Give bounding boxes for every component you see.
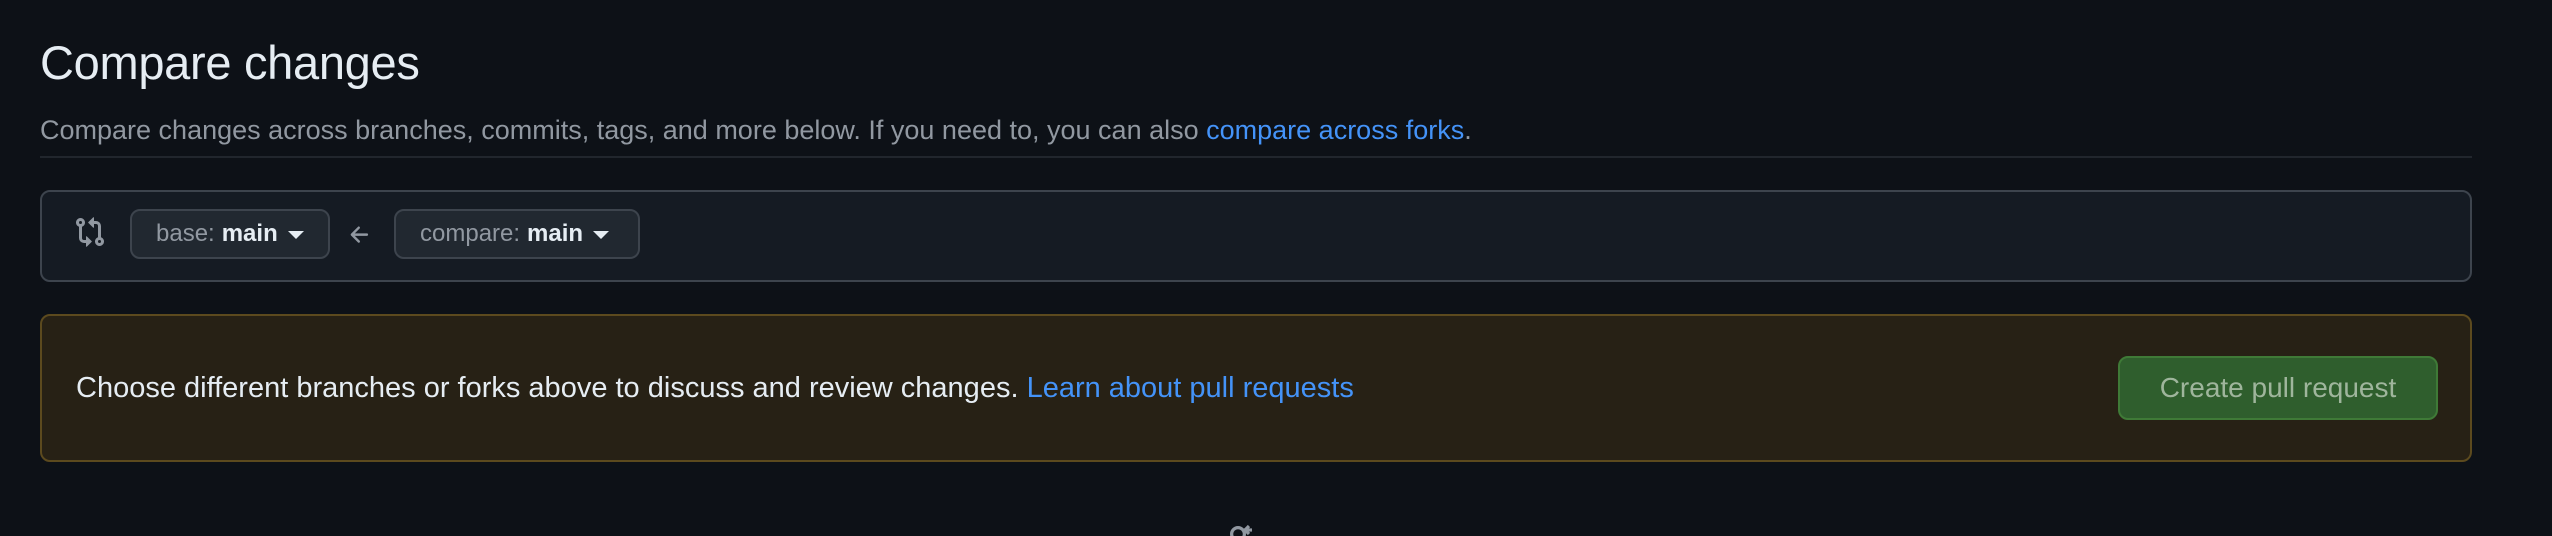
compare-branch-button[interactable]: compare: main (394, 209, 640, 259)
flash-notice: Choose different branches or forks above… (40, 314, 2472, 462)
flash-message-text: Choose different branches or forks above… (76, 372, 1019, 404)
page-subtitle: Compare changes across branches, commits… (40, 102, 1472, 158)
create-pull-request-button[interactable]: Create pull request (2118, 356, 2438, 420)
learn-pull-requests-link[interactable]: Learn about pull requests (1027, 372, 1354, 404)
git-pull-request-icon (1230, 524, 1252, 536)
flash-message: Choose different branches or forks above… (76, 316, 1354, 460)
subtitle-text: Compare changes across branches, commits… (40, 115, 1207, 145)
compare-branch-prefix: compare: (420, 220, 521, 247)
compare-branch-name: main (527, 220, 584, 247)
page-title: Compare changes (40, 36, 420, 89)
base-branch-button[interactable]: base: main (130, 209, 330, 259)
caret-down-icon (593, 231, 610, 239)
base-branch-name: main (221, 220, 278, 247)
page-header: Compare changes Compare changes across b… (40, 32, 2472, 145)
caret-down-icon (287, 231, 304, 239)
git-compare-icon (76, 217, 105, 247)
subtitle-end: . (1464, 115, 1472, 145)
base-branch-prefix: base: (156, 220, 215, 247)
compare-across-forks-link[interactable]: compare across forks (1206, 115, 1464, 145)
arrow-left-icon (350, 226, 369, 243)
range-editor: base: main compare: main (40, 190, 2472, 282)
compare-page: Compare changes Compare changes across b… (0, 0, 2552, 536)
header-divider (40, 156, 2472, 158)
